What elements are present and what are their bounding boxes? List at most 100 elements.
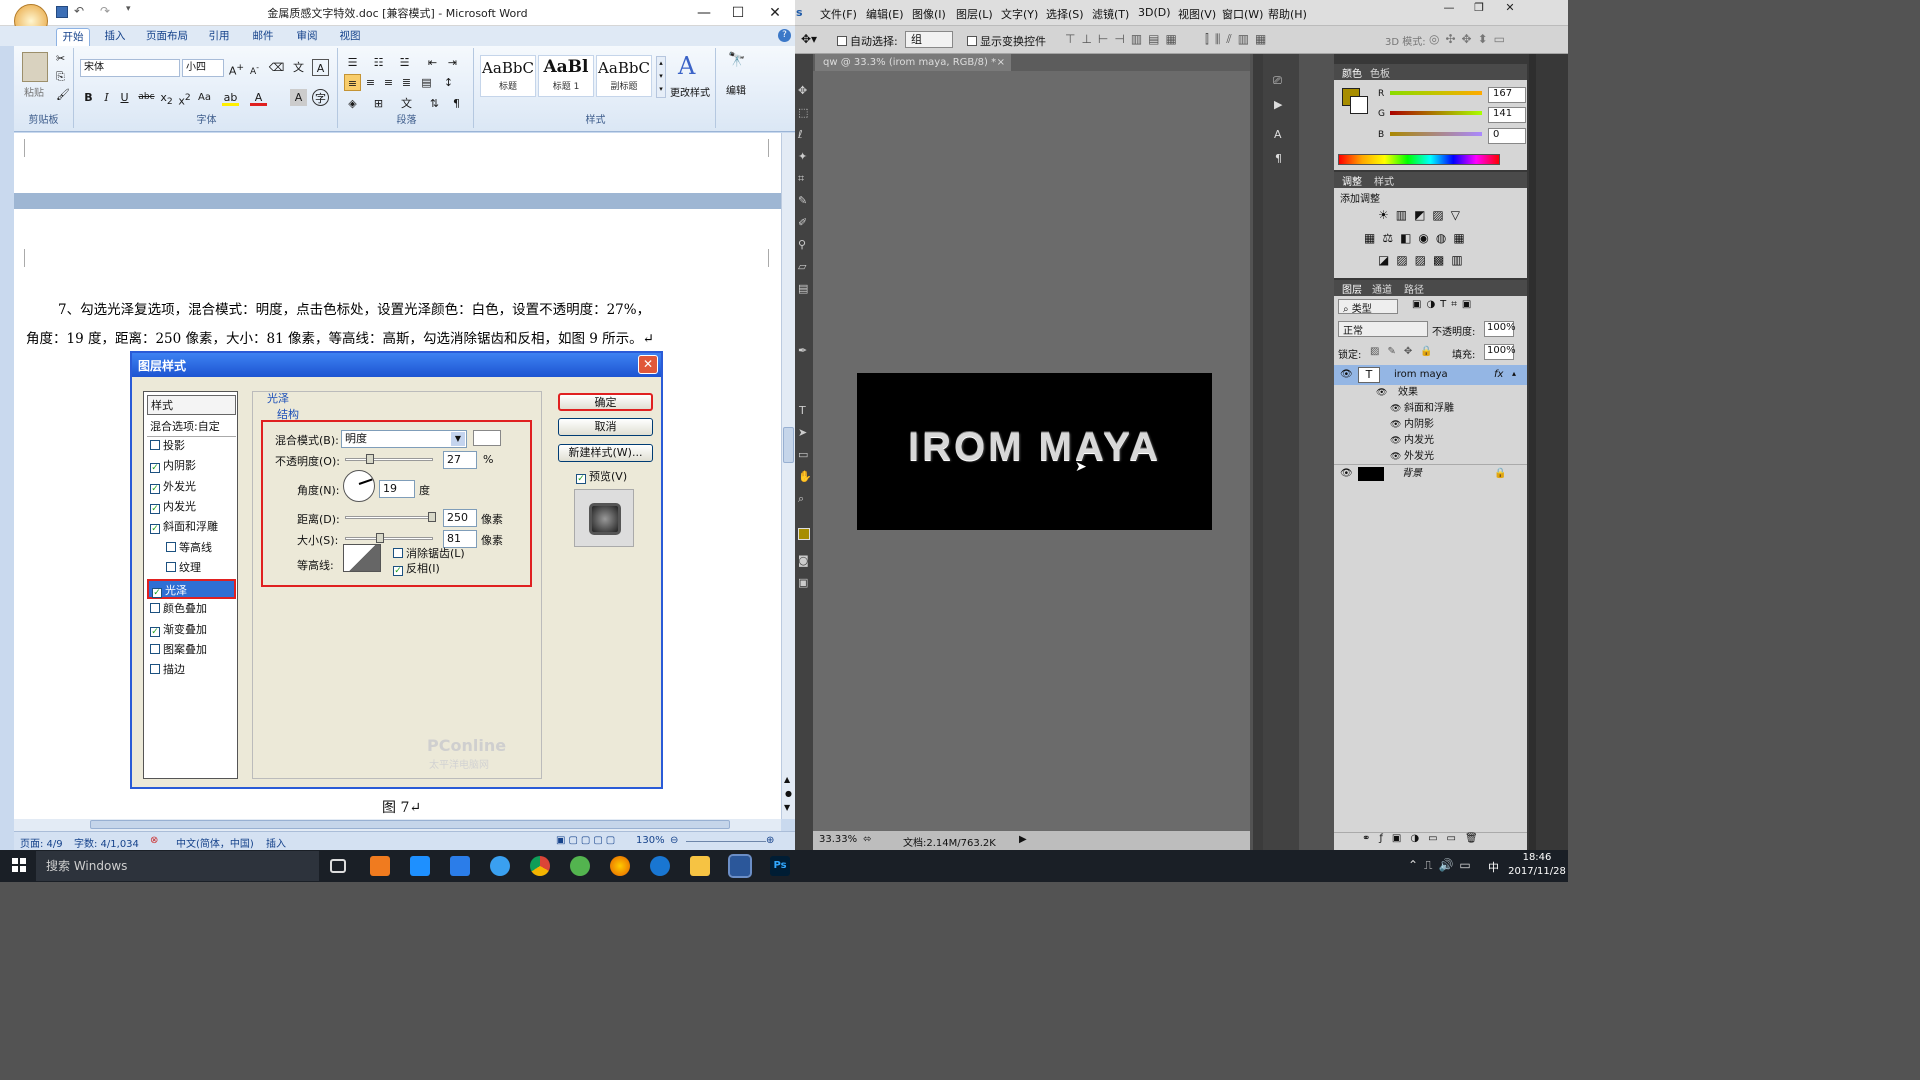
zoom-out-icon[interactable]: ⊖	[670, 835, 678, 846]
shading-icon[interactable]: ◈	[344, 95, 361, 112]
increase-indent-icon[interactable]: ⇥	[444, 54, 461, 71]
crop-tool-icon[interactable]: ⌗	[798, 172, 804, 186]
zoom-in-icon[interactable]: ⊕	[766, 835, 774, 846]
change-styles-label[interactable]: 更改样式	[670, 84, 710, 99]
figure-caption[interactable]: 图 7↵	[382, 797, 421, 817]
hand-tool-icon[interactable]: ✋	[798, 470, 812, 483]
taskbar-search[interactable]: 搜索 Windows	[36, 851, 319, 881]
grow-font-icon[interactable]: A+	[228, 59, 245, 78]
ps-menu-window[interactable]: 窗口(W)	[1222, 6, 1263, 22]
change-case-icon[interactable]: Aa	[196, 89, 213, 106]
ps-menu-file[interactable]: 文件(F)	[820, 6, 857, 22]
close-button[interactable]: ✕	[757, 0, 793, 26]
layer-name[interactable]: irom maya	[1394, 366, 1448, 384]
font-name-combo[interactable]: 宋体	[80, 59, 180, 77]
ps-share-icon[interactable]: ⬄	[863, 834, 871, 845]
enclose-char-icon[interactable]: 字	[312, 89, 329, 106]
help-icon[interactable]: ?	[778, 29, 791, 42]
screen-mode-icon[interactable]: ▣	[798, 576, 808, 589]
justify-icon[interactable]: ≣	[398, 74, 415, 91]
status-zoom[interactable]: 130%	[636, 835, 665, 846]
style-heading1[interactable]: AaBl 标题 1	[538, 55, 594, 97]
app-icon-4[interactable]	[570, 856, 590, 876]
document-tab[interactable]: qw @ 33.3% (irom maya, RGB/8) * ×	[815, 54, 1011, 71]
cut-icon[interactable]: ✂	[56, 52, 65, 65]
ps-menu-image[interactable]: 图像(I)	[912, 6, 946, 22]
color-tab[interactable]: 颜色	[1342, 65, 1362, 80]
style-subtitle[interactable]: AaBbC 副标题	[596, 55, 652, 97]
ps-menu-3d[interactable]: 3D(D)	[1138, 6, 1171, 19]
borders-icon[interactable]: ⊞	[370, 95, 387, 112]
background-layer-name[interactable]: 背景	[1402, 465, 1422, 483]
tab-home[interactable]: 开始	[56, 28, 90, 46]
marquee-tool-icon[interactable]: ⬚	[798, 106, 808, 119]
start-windows-icon[interactable]	[12, 858, 26, 872]
actions-icon[interactable]: ▶	[1274, 98, 1282, 111]
channels-tab[interactable]: 通道	[1372, 281, 1392, 296]
font-color-icon[interactable]: A	[250, 89, 267, 106]
superscript-icon[interactable]: x2	[176, 89, 193, 108]
visibility-eye-icon[interactable]: 👁	[1340, 366, 1353, 384]
tab-close-icon[interactable]: ×	[997, 54, 1005, 71]
ps-canvas[interactable]: IROM MAYA ➤	[857, 373, 1212, 530]
ps-doc-size[interactable]: 文档:2.14M/763.2K	[903, 834, 996, 849]
app-icon-5[interactable]	[650, 856, 670, 876]
next-page-icon[interactable]: ▼	[784, 803, 790, 812]
color-spectrum[interactable]	[1338, 154, 1500, 165]
fill-input[interactable]: 100%	[1484, 344, 1516, 360]
scroll-thumb[interactable]	[783, 427, 794, 463]
layer-filter-icons[interactable]: ▣◑T⌗▣	[1412, 299, 1476, 310]
italic-icon[interactable]: I	[98, 89, 115, 106]
swatches-tab[interactable]: 色板	[1370, 65, 1390, 80]
distributed-icon[interactable]: ▤	[418, 74, 435, 91]
paste-icon[interactable]	[22, 52, 48, 82]
eraser-tool-icon[interactable]: ▱	[798, 260, 806, 273]
phonetic-icon[interactable]: 文	[290, 59, 307, 76]
blend-mode-combo[interactable]: 正常	[1338, 321, 1428, 337]
char-border-icon[interactable]: A	[312, 59, 329, 76]
shrink-font-icon[interactable]: A-	[246, 59, 263, 77]
r-slider[interactable]	[1390, 91, 1482, 95]
align-right-icon[interactable]: ≡	[380, 74, 397, 91]
status-language[interactable]: 中文(简体，中国)	[176, 835, 254, 850]
app-icon-3[interactable]	[490, 856, 510, 876]
pen-tool-icon[interactable]: ✒	[798, 344, 807, 357]
strikethrough-icon[interactable]: abc	[138, 89, 155, 106]
b-slider[interactable]	[1390, 132, 1482, 136]
app-icon-2[interactable]	[410, 856, 430, 876]
adjust-icons-row1[interactable]: ☀▥◩▨▽	[1378, 208, 1467, 222]
ps-menu-type[interactable]: 文字(Y)	[1001, 6, 1038, 22]
ps-minimize-button[interactable]: —	[1437, 0, 1461, 18]
multilevel-list-icon[interactable]: ☱	[396, 54, 413, 71]
align-center-icon[interactable]: ≡	[362, 74, 379, 91]
chrome-icon[interactable]	[530, 856, 550, 876]
status-page[interactable]: 页面: 4/9	[20, 835, 63, 850]
tab-view[interactable]: 视图	[333, 28, 367, 46]
move-tool-icon[interactable]: ✥	[798, 84, 807, 97]
paste-label[interactable]: 粘贴	[24, 84, 44, 99]
layers-tab[interactable]: 图层	[1342, 281, 1362, 296]
b-input[interactable]: 0	[1488, 128, 1526, 144]
bullets-icon[interactable]: ☰	[344, 54, 361, 71]
collapse-effects-icon[interactable]: ▴	[1512, 365, 1516, 383]
task-view-icon[interactable]	[330, 859, 346, 873]
align-left-icon[interactable]: ≡	[344, 74, 361, 91]
show-marks-icon[interactable]: ¶	[448, 95, 465, 112]
brush-tool-icon[interactable]: ✐	[798, 216, 807, 229]
status-insert-mode[interactable]: 插入	[266, 835, 286, 850]
clear-format-icon[interactable]: ⌫	[268, 59, 285, 76]
g-slider[interactable]	[1390, 111, 1482, 115]
quick-mask-icon[interactable]: ◙	[798, 554, 809, 567]
shape-tool-icon[interactable]: ▭	[798, 448, 808, 461]
g-input[interactable]: 141	[1488, 107, 1526, 123]
tab-mailings[interactable]: 邮件	[246, 28, 280, 46]
tab-references[interactable]: 引用	[202, 28, 236, 46]
format-painter-icon[interactable]: 🖌	[56, 88, 70, 101]
ps-menu-filter[interactable]: 滤镜(T)	[1092, 6, 1129, 22]
prev-page-icon[interactable]: ▲	[784, 775, 790, 784]
foreground-color-swatch[interactable]	[798, 528, 810, 540]
move-tool-icon[interactable]: ✥▾	[801, 32, 817, 46]
edit-group[interactable]: 🔭 编辑	[722, 48, 752, 126]
zoom-slider[interactable]	[686, 841, 766, 842]
ps-menu-view[interactable]: 视图(V)	[1178, 6, 1216, 22]
